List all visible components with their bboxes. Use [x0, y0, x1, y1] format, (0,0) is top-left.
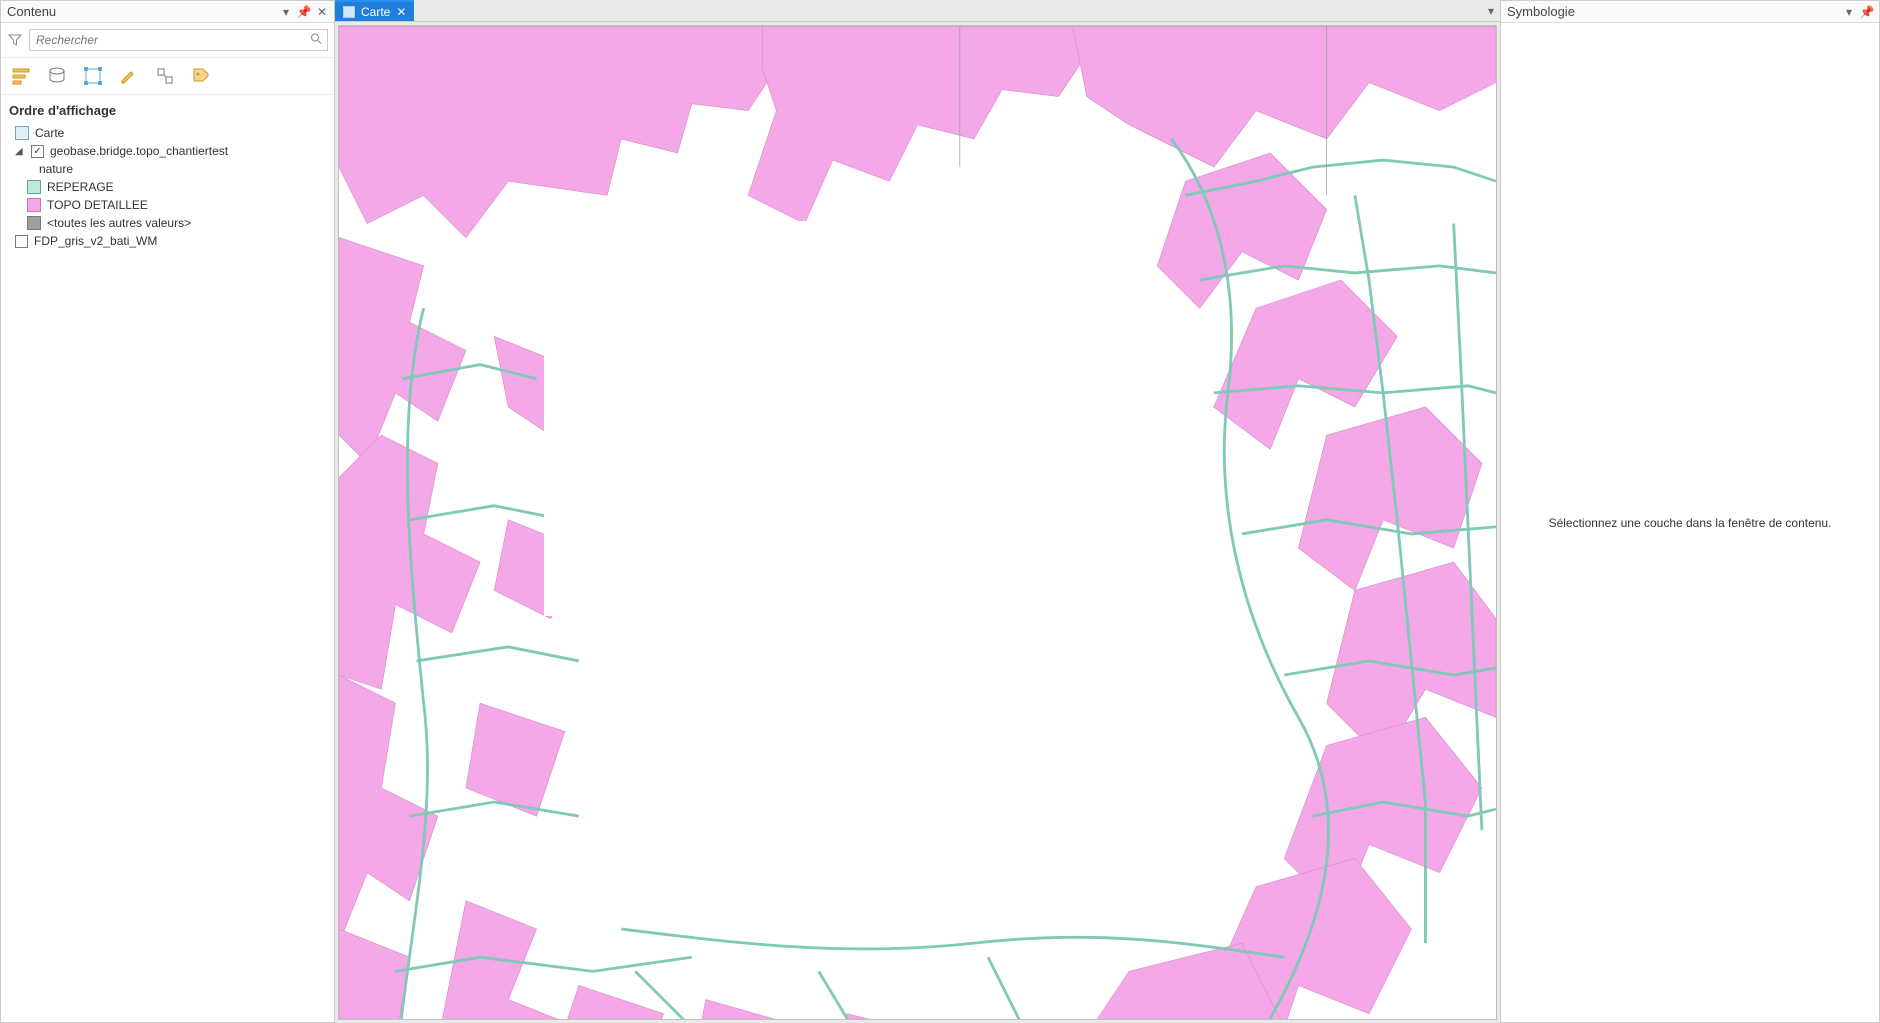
expand-icon[interactable]: ◢ — [15, 146, 25, 157]
tab-carte-label: Carte — [361, 5, 390, 19]
tab-carte[interactable]: Carte ✕ — [335, 0, 414, 21]
layer-field-row: nature — [9, 160, 326, 178]
map-label: Carte — [35, 126, 64, 140]
layer-field-label: nature — [39, 162, 73, 176]
layer-fdp-checkbox[interactable] — [15, 235, 28, 248]
legend-label-other: <toutes les autres valeurs> — [47, 216, 191, 230]
map-icon — [343, 6, 355, 18]
list-labeling-icon[interactable] — [189, 64, 213, 88]
dropdown-icon[interactable]: ▾ — [1843, 6, 1855, 18]
legend-reperage[interactable]: REPERAGE — [9, 178, 326, 196]
map-view[interactable] — [338, 25, 1497, 1020]
drawing-order-title: Ordre d'affichage — [1, 95, 334, 124]
legend-topo[interactable]: TOPO DETAILLEE — [9, 196, 326, 214]
contents-search-row — [1, 23, 334, 58]
close-icon[interactable]: ✕ — [396, 5, 406, 19]
legend-label-reperage: REPERAGE — [47, 180, 114, 194]
contents-header: Contenu ▾ 📌 ✕ — [1, 1, 334, 23]
tab-menu-dropdown-icon[interactable]: ▾ — [1482, 0, 1500, 21]
symbology-panel: Symbologie ▾ 📌 Sélectionnez une couche d… — [1500, 0, 1880, 1023]
search-wrap — [29, 29, 328, 51]
list-snapping-icon[interactable] — [153, 64, 177, 88]
list-selection-icon[interactable] — [81, 64, 105, 88]
search-input[interactable] — [29, 29, 328, 51]
map-tab-strip: Carte ✕ ▾ — [335, 0, 1500, 22]
pin-icon[interactable]: 📌 — [298, 6, 310, 18]
contents-title: Contenu — [7, 4, 56, 19]
dropdown-icon[interactable]: ▾ — [280, 6, 292, 18]
app-root: Contenu ▾ 📌 ✕ — [0, 0, 1880, 1023]
map-icon — [15, 126, 29, 140]
filter-icon[interactable] — [7, 32, 23, 48]
layer-geobase-label: geobase.bridge.topo_chantiertest — [50, 144, 228, 158]
missing-tile-overlay — [544, 221, 939, 616]
pin-icon[interactable]: 📌 — [1861, 6, 1873, 18]
layer-fdp[interactable]: FDP_gris_v2_bati_WM — [9, 232, 326, 250]
symbology-empty-message: Sélectionnez une couche dans la fenêtre … — [1549, 516, 1832, 530]
list-source-icon[interactable] — [45, 64, 69, 88]
contents-controls: ▾ 📌 ✕ — [280, 6, 328, 18]
symbology-title: Symbologie — [1507, 4, 1575, 19]
legend-swatch-reperage — [27, 180, 41, 194]
close-icon[interactable]: ✕ — [316, 6, 328, 18]
legend-swatch-topo — [27, 198, 41, 212]
search-icon[interactable] — [310, 33, 322, 48]
legend-label-topo: TOPO DETAILLEE — [47, 198, 148, 212]
symbology-empty: Sélectionnez une couche dans la fenêtre … — [1501, 23, 1879, 1022]
layer-geobase-checkbox[interactable]: ✓ — [31, 145, 44, 158]
layer-geobase[interactable]: ◢ ✓ geobase.bridge.topo_chantiertest — [9, 142, 326, 160]
contents-panel: Contenu ▾ 📌 ✕ — [0, 0, 335, 1023]
contents-tree: Carte ◢ ✓ geobase.bridge.topo_chantierte… — [1, 124, 334, 258]
list-drawing-order-icon[interactable] — [9, 64, 33, 88]
layer-fdp-label: FDP_gris_v2_bati_WM — [34, 234, 157, 248]
map-panel: Carte ✕ ▾ — [335, 0, 1500, 1023]
list-editing-icon[interactable] — [117, 64, 141, 88]
contents-toolbar — [1, 58, 334, 95]
legend-other[interactable]: <toutes les autres valeurs> — [9, 214, 326, 232]
symbology-header: Symbologie ▾ 📌 — [1501, 1, 1879, 23]
legend-swatch-other — [27, 216, 41, 230]
map-node[interactable]: Carte — [9, 124, 326, 142]
symbology-controls: ▾ 📌 — [1843, 6, 1873, 18]
